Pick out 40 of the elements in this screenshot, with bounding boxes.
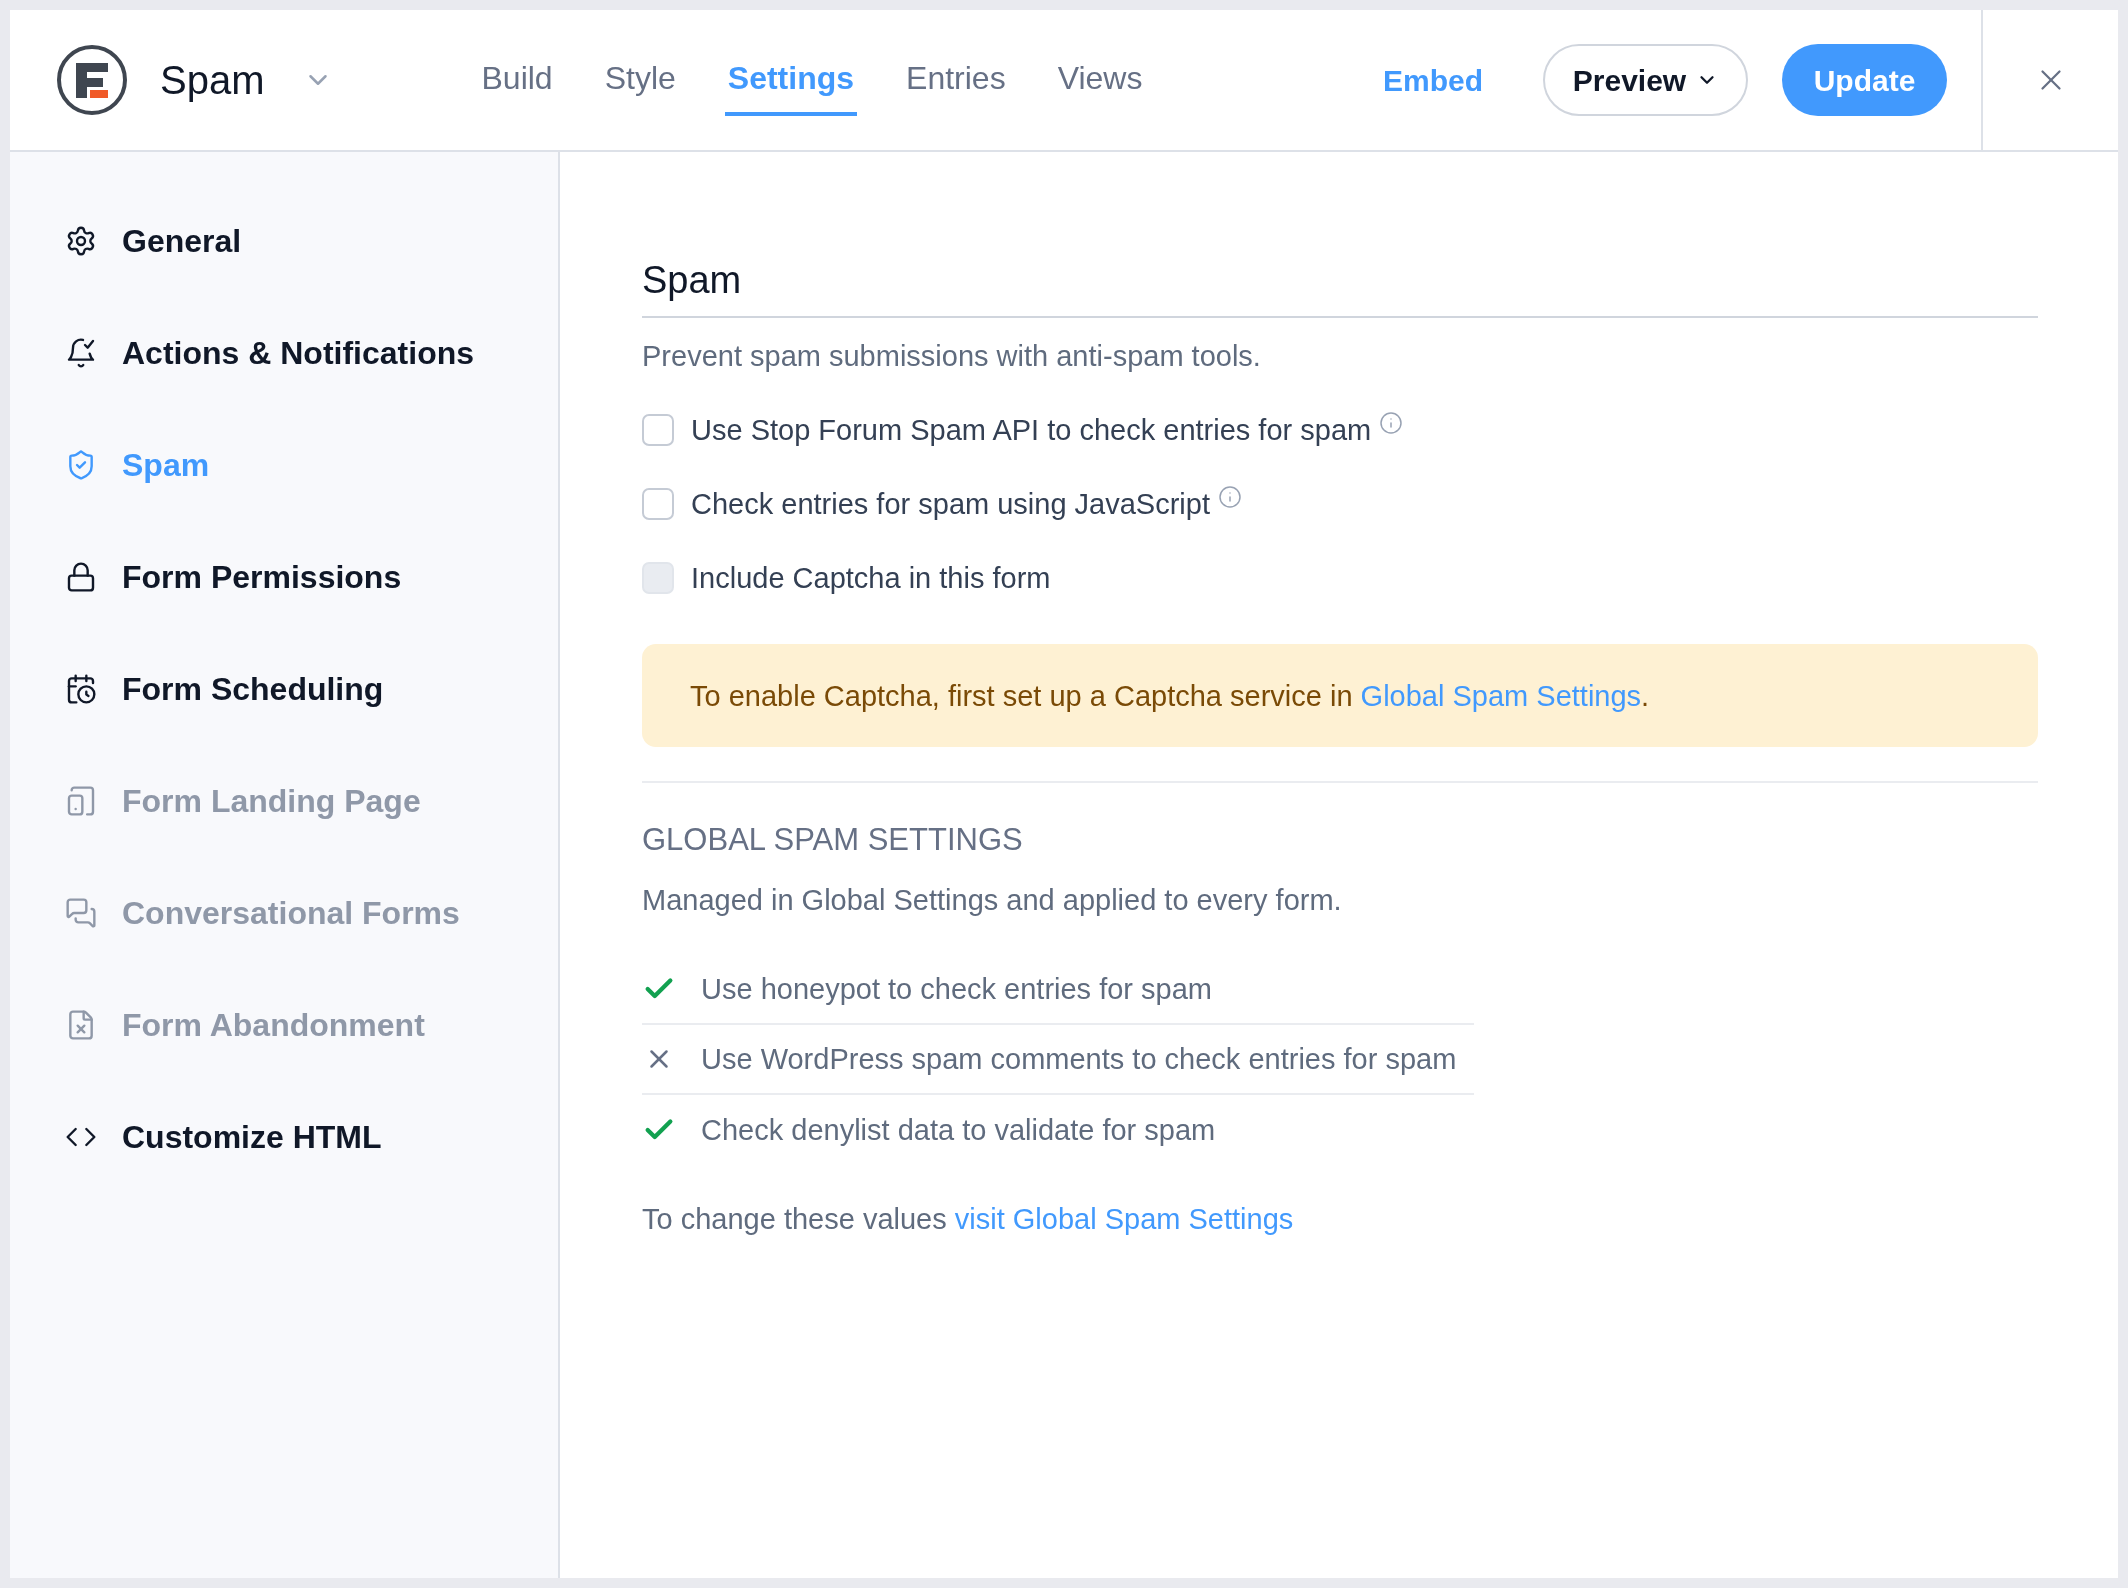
tab[interactable]: Views [1054, 44, 1146, 116]
setting-label: Check denylist data to validate for spam [701, 1113, 1216, 1148]
sidebar-item[interactable]: Spam [65, 441, 210, 489]
global-spam-settings-link[interactable]: Global Spam Settings [1360, 679, 1642, 712]
global-settings-description: Managed in Global Settings and applied to every form. [642, 883, 1342, 918]
option-label: Use Stop Forum Spam API to check entries for spam [691, 413, 1372, 448]
devices-icon [65, 785, 97, 817]
update-button[interactable]: Update [1782, 44, 1947, 116]
setting-label: Use honeypot to check entries for spam [701, 972, 1212, 1007]
embed-button[interactable]: Embed [1382, 57, 1483, 103]
notice-text: To enable Captcha, first set up a Captcha service in Global Spam Settings. [690, 678, 1650, 714]
section-description: Prevent spam submissions with anti-spam tools. [642, 339, 1261, 374]
sidebar-item[interactable]: Form Permissions [65, 553, 402, 601]
visit-global-spam-settings-link[interactable]: visit Global Spam Settings [954, 1203, 1294, 1235]
lock-icon [65, 561, 97, 593]
tab[interactable]: Entries [903, 44, 1009, 116]
tab[interactable]: Build [478, 44, 556, 116]
option-label: Check entries for spam using JavaScript [691, 487, 1210, 522]
footer-text: To change these values visit Global Spam Settings [642, 1202, 1294, 1237]
preview-button[interactable]: Preview [1543, 44, 1748, 116]
calendar-clock-icon [65, 673, 97, 705]
chat-bubbles-icon [65, 897, 97, 929]
info-icon[interactable] [1218, 485, 1242, 509]
checkbox[interactable] [642, 488, 674, 520]
info-icon[interactable] [1379, 411, 1404, 435]
form-title: Spam [160, 57, 265, 104]
sidebar-item[interactable]: Actions & Notifications [65, 329, 474, 377]
tab[interactable]: Settings [724, 44, 858, 116]
tab[interactable]: Style [601, 44, 679, 116]
checkbox[interactable] [642, 414, 674, 446]
gear-icon [65, 225, 97, 257]
bell-check-icon [65, 337, 97, 369]
logo-icon [57, 45, 127, 115]
setting-label: Use WordPress spam comments to check entries for spam [701, 1042, 1457, 1077]
global-settings-heading: GLOBAL SPAM SETTINGS [642, 821, 1023, 859]
option-label: Include Captcha in this form [691, 561, 1051, 596]
sidebar-item[interactable]: Form Scheduling [65, 665, 384, 713]
section-title: Spam [642, 258, 742, 302]
sidebar-item[interactable]: Customize HTML [65, 1113, 382, 1161]
sidebar-item[interactable]: General [65, 217, 242, 265]
